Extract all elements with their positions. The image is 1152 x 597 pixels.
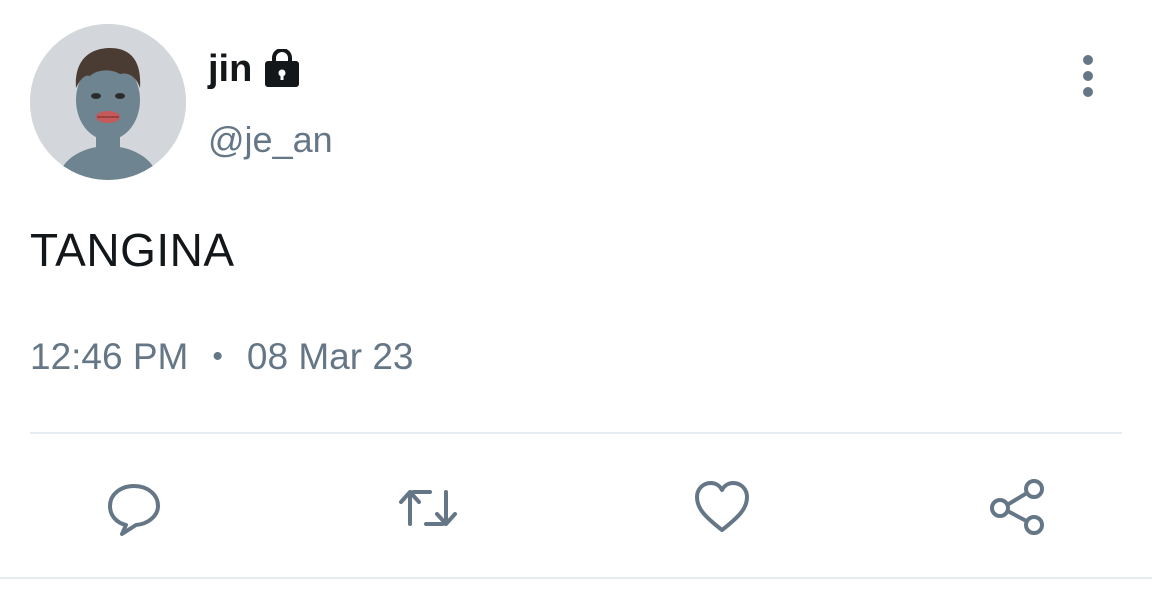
share-button[interactable] (988, 478, 1048, 538)
retweet-button[interactable] (398, 478, 458, 538)
lock-icon (262, 48, 302, 89)
tweet-meta: 12:46 PM • 08 Mar 23 (30, 332, 413, 382)
display-name-row: jin (208, 44, 302, 94)
divider-bottom (0, 577, 1152, 579)
tweet-time[interactable]: 12:46 PM (30, 336, 188, 378)
retweet-icon (399, 490, 457, 526)
like-button[interactable] (692, 478, 752, 538)
more-options-button[interactable] (1066, 52, 1110, 100)
avatar[interactable] (30, 24, 186, 180)
reply-icon (108, 484, 160, 536)
display-name[interactable]: jin (208, 44, 252, 94)
user-handle[interactable]: @je_an (208, 116, 333, 164)
heart-icon (695, 481, 749, 532)
share-icon (990, 479, 1044, 535)
avatar-image (30, 24, 186, 180)
tweet-date[interactable]: 08 Mar 23 (247, 336, 414, 378)
more-vertical-icon (1083, 55, 1093, 97)
meta-separator: • (212, 340, 223, 373)
divider (30, 432, 1122, 434)
tweet-card: jin @je_an TANGINA 12:46 PM • 08 Mar 23 (0, 0, 1152, 597)
tweet-text: TANGINA (30, 224, 235, 276)
reply-button[interactable] (104, 478, 164, 538)
